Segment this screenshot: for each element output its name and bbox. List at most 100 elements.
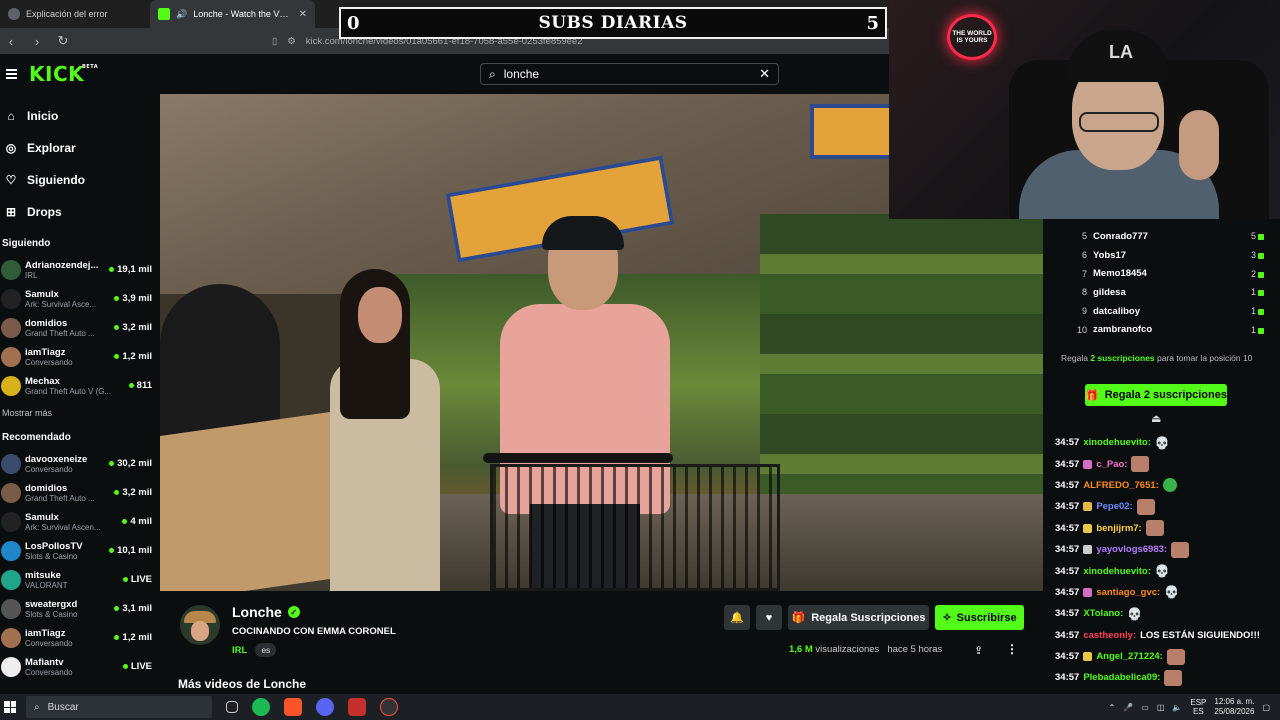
- chat-message[interactable]: 34:57 Plebadabelica09:: [1055, 667, 1280, 688]
- message-user[interactable]: Plebadabelica09:: [1083, 672, 1160, 683]
- channel-item[interactable]: domidios Grand Theft Auto ... 3,2 mil: [0, 313, 158, 342]
- chat-message[interactable]: 34:57 XTolano: 💀: [1055, 603, 1280, 624]
- message-user[interactable]: xinodehuevito:: [1083, 437, 1151, 448]
- more-options-icon[interactable]: ⋮: [1006, 642, 1018, 656]
- category-link[interactable]: IRL: [232, 645, 247, 656]
- channel-item[interactable]: iamTiagz Conversando 1,2 mil: [0, 623, 158, 652]
- channel-item[interactable]: domidios Grand Theft Auto ... 3,2 mil: [0, 478, 158, 507]
- sidebar-item-inicio[interactable]: ⌂ Inicio: [4, 100, 158, 132]
- channel-item[interactable]: davooxeneize Conversando 30,2 mil: [0, 449, 158, 478]
- chat-message[interactable]: 34:57 ALFREDO_7651:: [1055, 475, 1280, 496]
- show-more-link[interactable]: Mostrar más: [0, 400, 158, 422]
- message-user[interactable]: Pepe02:: [1096, 501, 1132, 512]
- share-icon[interactable]: ⇪: [974, 644, 983, 657]
- taskbar-search[interactable]: ⌕ Buscar: [26, 696, 212, 718]
- bookmark-icon[interactable]: ▯: [272, 36, 277, 47]
- avatar[interactable]: [180, 605, 220, 645]
- subscribe-button[interactable]: ✧ Suscribirse: [935, 605, 1024, 630]
- leaderboard-row[interactable]: 5 Conrado777 5: [1071, 227, 1280, 246]
- gift-subscriptions-button[interactable]: 🎁 Regala Suscripciones: [788, 605, 929, 630]
- leaderboard-row[interactable]: 6 Yobs17 3: [1071, 246, 1280, 265]
- subs-left-count: 0: [347, 12, 360, 34]
- leaderboard-row[interactable]: 8 gildesa 1: [1071, 283, 1280, 302]
- message-time: 34:57: [1055, 629, 1080, 641]
- sidebar-item-explorar[interactable]: ◎ Explorar: [4, 132, 158, 164]
- chat-message[interactable]: 34:57 xinodehuevito: 💀: [1055, 432, 1280, 453]
- channel-meta: iamTiagz Conversando: [25, 347, 110, 367]
- message-user[interactable]: ALFREDO_7651:: [1083, 480, 1159, 491]
- message-user[interactable]: xinodehuevito:: [1083, 566, 1151, 577]
- kick-logo[interactable]: KICK BETA: [29, 62, 98, 86]
- message-user[interactable]: Angel_271224:: [1096, 651, 1163, 662]
- gift-subs-button[interactable]: 🎁 Regala 2 suscripciones: [1085, 384, 1227, 406]
- sidebar-item-drops[interactable]: ⊞ Drops: [4, 196, 158, 228]
- chat-message[interactable]: 34:57 Pepe02:: [1055, 496, 1280, 517]
- microphone-icon[interactable]: 🎤: [1123, 703, 1133, 712]
- notification-icon[interactable]: ▢: [1262, 703, 1270, 712]
- language-indicator[interactable]: ESP ES: [1190, 698, 1206, 716]
- chat-message[interactable]: 34:57 yayovlogs6983:: [1055, 539, 1280, 560]
- chat-message[interactable]: 34:57 Angel_271224:: [1055, 646, 1280, 667]
- chat-message[interactable]: 34:57 castheonly: LOS ESTÁN SIGUIENDO!!!: [1055, 625, 1280, 646]
- windows-start-icon[interactable]: [4, 701, 16, 713]
- clear-search-icon[interactable]: ✕: [759, 66, 770, 82]
- video-app-icon[interactable]: [348, 698, 366, 716]
- pin-icon[interactable]: ⏏: [1151, 412, 1161, 425]
- leaderboard-row[interactable]: 9 datcaliboy 1: [1071, 302, 1280, 321]
- channel-item[interactable]: sweatergxd Slots & Casino 3,1 mil: [0, 594, 158, 623]
- network-icon[interactable]: ◫: [1157, 703, 1165, 712]
- channel-item[interactable]: iamTiagz Conversando 1,2 mil: [0, 342, 158, 371]
- leaderboard-row[interactable]: 10 zambranofco 1: [1071, 320, 1280, 339]
- channel-item[interactable]: Samulx Ark: Survival Asce... 3,9 mil: [0, 284, 158, 313]
- chat-message[interactable]: 34:57 santiago_gvc: 💀: [1055, 582, 1280, 603]
- windows-taskbar: ⌕ Buscar ⌃ 🎤 ▭ ◫ 🔈 ESP ES 12:06 a. m. 25/0…: [0, 694, 1280, 720]
- chat-message[interactable]: 34:57 c_Pao:: [1055, 453, 1280, 474]
- browser-tab-active[interactable]: 🔊 Lonche - Watch the VOD on Kick ✕: [150, 0, 315, 28]
- back-icon[interactable]: ‹: [4, 34, 18, 49]
- volume-icon[interactable]: 🔈: [1172, 703, 1182, 712]
- speaker-icon[interactable]: 🔊: [176, 9, 187, 20]
- site-info-icon[interactable]: ⚙: [287, 36, 296, 47]
- channel-item[interactable]: Mafiantv Conversando LIVE: [0, 652, 158, 681]
- avatar: [1, 511, 21, 532]
- leaderboard-count: 5: [1240, 231, 1280, 241]
- task-view-icon[interactable]: [226, 701, 238, 713]
- face-emote-icon: [1171, 541, 1190, 558]
- face-emote-icon: [1166, 648, 1185, 665]
- channel-item[interactable]: Mechax Grand Theft Auto V (G... 811: [0, 371, 158, 400]
- chat-message[interactable]: 34:57 benjijrm7:: [1055, 518, 1280, 539]
- leaderboard-row[interactable]: 7 Memo18454 2: [1071, 264, 1280, 283]
- webcam-overlay: THE WORLD IS YOURS LA: [889, 0, 1280, 219]
- channel-item[interactable]: Adrianozendej... IRL 19,1 mil: [0, 255, 158, 284]
- search-input[interactable]: ⌕ lonche ✕: [480, 63, 779, 85]
- channel-item[interactable]: mitsuke VALORANT LIVE: [0, 565, 158, 594]
- follow-heart-icon[interactable]: ♥: [756, 605, 782, 630]
- message-user[interactable]: yayovlogs6983:: [1096, 544, 1167, 555]
- channel-item[interactable]: Samulx Ark: Survival Ascen... 4 mil: [0, 507, 158, 536]
- channel-category: Grand Theft Auto V (G...: [25, 386, 112, 396]
- clock[interactable]: 12:06 a. m. 25/08/2026: [1214, 697, 1254, 717]
- message-user[interactable]: santiago_gvc:: [1096, 587, 1160, 598]
- menu-icon[interactable]: [6, 69, 17, 79]
- language-tag[interactable]: es: [255, 643, 277, 657]
- face-emote-icon: [1145, 520, 1164, 537]
- discord-icon[interactable]: [316, 698, 334, 716]
- chevron-up-icon[interactable]: ⌃: [1109, 703, 1116, 712]
- message-user[interactable]: castheonly:: [1083, 630, 1136, 641]
- message-user[interactable]: c_Pao:: [1096, 459, 1127, 470]
- display-icon[interactable]: ▭: [1141, 703, 1149, 712]
- sidebar-item-siguiendo[interactable]: ♡ Siguiendo: [4, 164, 158, 196]
- chat-message[interactable]: 34:57 xinodehuevito: 💀: [1055, 560, 1280, 581]
- close-tab-icon[interactable]: ✕: [299, 9, 307, 20]
- reload-icon[interactable]: ↻: [56, 33, 70, 49]
- forward-icon[interactable]: ›: [30, 34, 44, 49]
- message-user[interactable]: benjijrm7:: [1096, 523, 1141, 534]
- browser-tab[interactable]: Explicación del error: [0, 0, 150, 28]
- obs-icon[interactable]: [380, 698, 398, 716]
- streamer-name[interactable]: Lonche ✓: [232, 604, 300, 620]
- notification-bell-icon[interactable]: 🔔: [724, 605, 750, 630]
- brave-icon[interactable]: [284, 698, 302, 716]
- message-user[interactable]: XTolano:: [1083, 608, 1123, 619]
- spotify-icon[interactable]: [252, 698, 270, 716]
- channel-item[interactable]: LosPollosTV Slots & Casino 10,1 mil: [0, 536, 158, 565]
